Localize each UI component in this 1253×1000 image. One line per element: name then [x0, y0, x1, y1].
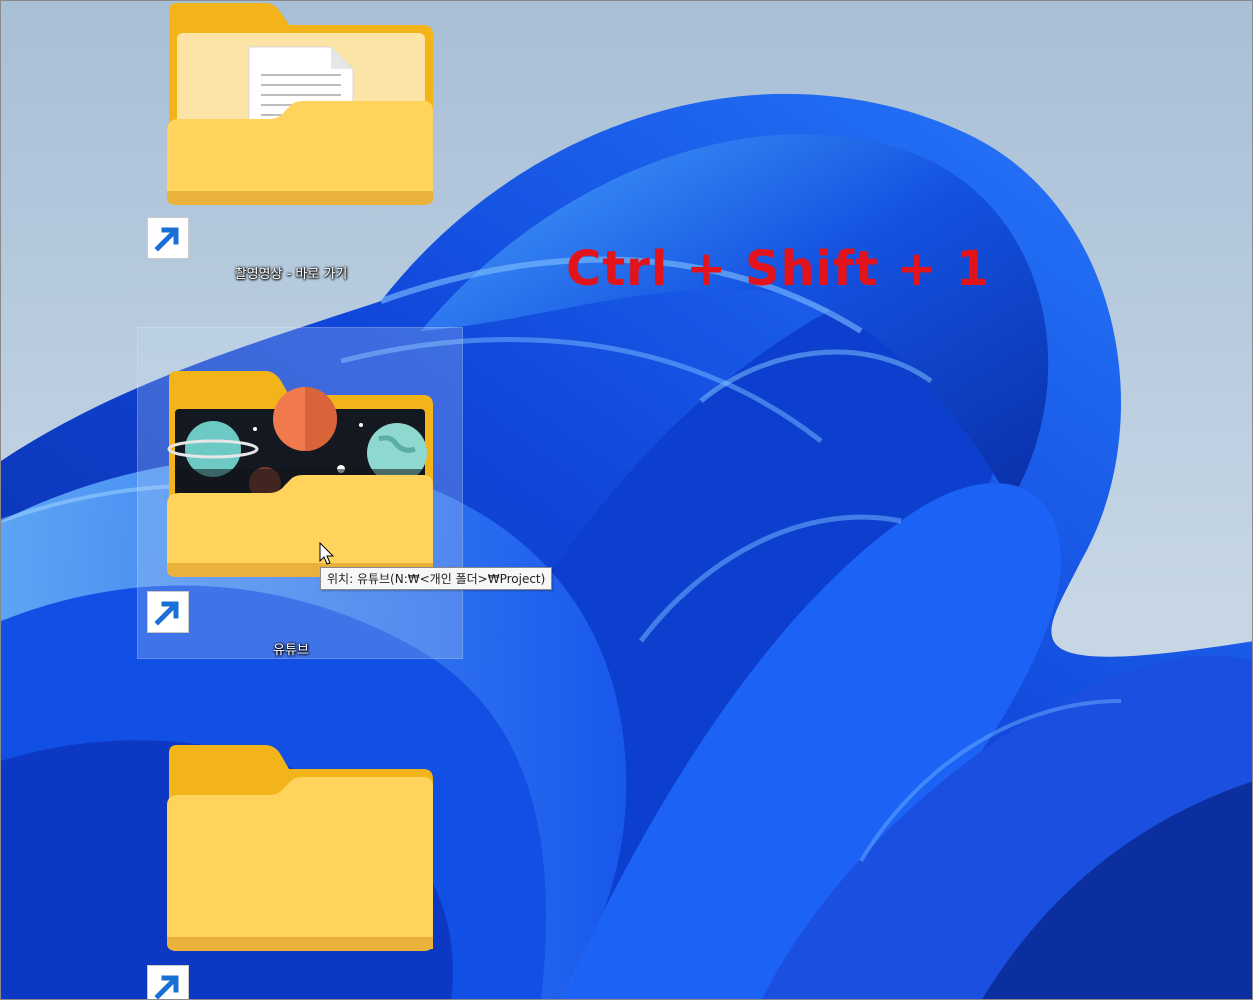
desktop-icon-youtube[interactable]: 유튜브: [141, 369, 441, 659]
mouse-cursor-icon: [319, 542, 335, 565]
hotkey-overlay-text: Ctrl + Shift + 1: [566, 241, 990, 297]
desktop-icon-folder[interactable]: [141, 743, 441, 999]
shortcut-arrow-icon: [147, 591, 189, 633]
location-tooltip: 위치: 유튜브(N:₩<개인 폴더>₩Project): [320, 567, 553, 590]
folder-icon: [167, 745, 433, 951]
icon-label: 유튜브: [273, 643, 309, 658]
folder-with-document-icon: [167, 3, 433, 205]
desktop-icon-shortcut-video[interactable]: 촬영영상 - 바로 가기: [141, 1, 441, 291]
shortcut-arrow-icon: [147, 965, 189, 999]
shortcut-arrow-icon: [147, 217, 189, 259]
desktop: 촬영영상 - 바로 가기 유튜브 위치: 유튜브(N:₩<개인 폴더>₩Proj…: [0, 0, 1253, 1000]
folder-with-planets-icon: [167, 371, 433, 577]
icon-label: 촬영영상 - 바로 가기: [234, 267, 348, 282]
